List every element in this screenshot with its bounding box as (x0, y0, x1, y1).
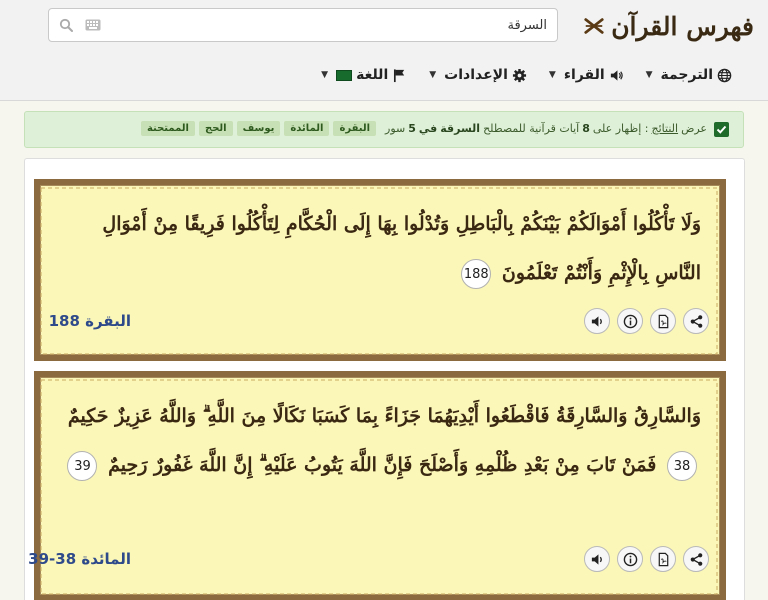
info-icon (623, 314, 637, 328)
globe-icon (717, 68, 732, 82)
saudi-flag-icon (336, 69, 353, 81)
verse-actions (584, 308, 709, 334)
nav-reciters[interactable]: القراء ▼ (549, 67, 624, 83)
results-text: عرض النتائج : إظهار على 8 آيات قرآنية لل… (140, 121, 707, 136)
chevron-down-icon: ▼ (645, 70, 653, 80)
app-title: فهرس القرآن (611, 11, 754, 41)
search-box[interactable] (48, 8, 558, 42)
verse-number: 39 (67, 451, 98, 481)
tag-almaida[interactable]: المائدة (284, 121, 330, 136)
keyboard-icon[interactable] (85, 19, 101, 31)
verse-segment: وَلَا تَأْكُلُوا أَمْوَالَكُمْ بَيْنَكُم… (102, 213, 701, 284)
nav-settings-label: الإعدادات (444, 67, 508, 83)
verse-number: 188 (461, 259, 492, 289)
verse-segment: فَمَنْ تَابَ مِنْ بَعْدِ ظُلْمِهِ وَأَصْ… (108, 454, 657, 476)
chevron-down-icon: ▼ (548, 70, 556, 80)
search-input[interactable] (107, 14, 547, 36)
verse-reference[interactable]: المائدة 38-39 (28, 550, 131, 568)
verse-text: وَلَا تَأْكُلُوا أَمْوَالَكُمْ بَيْنَكُم… (59, 200, 701, 298)
verse-card: وَلَا تَأْكُلُوا أَمْوَالَكُمْ بَيْنَكُم… (34, 179, 726, 361)
results-link[interactable]: النتائج (652, 122, 679, 135)
surah-tags: البقرة المائدة يوسف الحج الممتحنة (140, 121, 377, 136)
chevron-down-icon: ▼ (321, 70, 329, 80)
results-summary: عرض النتائج : إظهار على 8 آيات قرآنية لل… (24, 111, 744, 148)
verse-number: 38 (667, 451, 697, 481)
results-panel: وَلَا تَأْكُلُوا أَمْوَالَكُمْ بَيْنَكُم… (24, 158, 745, 600)
nav-translation-label: الترجمة (660, 67, 713, 83)
share-button[interactable] (683, 546, 709, 572)
tag-alhajj[interactable]: الحج (198, 121, 233, 136)
search-icon[interactable] (59, 18, 73, 32)
play-audio-button[interactable] (584, 546, 610, 572)
play-audio-button[interactable] (584, 308, 610, 334)
results-text-a: : إظهار على (592, 122, 649, 135)
nav-translation[interactable]: الترجمة ▼ (646, 67, 732, 83)
flag-icon (394, 68, 405, 82)
results-text-d: سور (385, 122, 406, 135)
info-button[interactable] (617, 546, 643, 572)
share-icon (690, 314, 702, 328)
results-surah-count: 5 (408, 122, 416, 135)
results-text-b: آيات قرآنية للمصطلح (483, 122, 580, 135)
chevron-down-icon: ▼ (429, 70, 437, 80)
main-nav: الترجمة ▼ القراء ▼ الإعدادات ▼ اللغة ▼ (300, 63, 732, 87)
results-count: 8 (582, 122, 590, 135)
speaker-icon (610, 69, 623, 81)
top-header: فهرس القرآن الترجمة ▼ القراء ▼ الإعدادات… (0, 0, 768, 101)
share-button[interactable] (683, 308, 709, 334)
pdf-icon (658, 552, 668, 566)
speaker-icon (591, 315, 602, 327)
verse-reference[interactable]: البقرة 188 (49, 312, 131, 330)
tag-almumtahana[interactable]: الممتحنة (140, 121, 195, 136)
info-icon (623, 552, 637, 566)
verse-card: وَالسَّارِقُ وَالسَّارِقَةُ فَاقْطَعُوا … (28, 371, 726, 600)
pdf-icon (658, 314, 668, 328)
nav-settings[interactable]: الإعدادات ▼ (429, 67, 527, 83)
app-logo[interactable]: فهرس القرآن (583, 8, 754, 44)
logo-icon (584, 18, 604, 34)
pdf-button[interactable] (650, 546, 676, 572)
results-text-c: في (418, 122, 438, 135)
tag-albaqara[interactable]: البقرة (333, 121, 377, 136)
info-button[interactable] (617, 308, 643, 334)
gear-icon (512, 68, 526, 82)
speaker-icon (591, 553, 602, 565)
pdf-button[interactable] (650, 308, 676, 334)
results-prefix: عرض (681, 122, 707, 135)
nav-reciters-label: القراء (563, 67, 605, 83)
tag-yusuf[interactable]: يوسف (236, 121, 281, 136)
share-icon (690, 552, 702, 566)
results-term: السرقة (440, 122, 481, 135)
verse-segment: وَالسَّارِقُ وَالسَّارِقَةُ فَاقْطَعُوا … (67, 405, 701, 427)
verse-actions (584, 546, 709, 572)
checkbox-checked-icon[interactable] (714, 122, 729, 137)
nav-language[interactable]: اللغة ▼ (321, 67, 407, 83)
nav-language-label: اللغة (356, 67, 389, 83)
verse-text: وَالسَّارِقُ وَالسَّارِقَةُ فَاقْطَعُوا … (59, 392, 701, 490)
